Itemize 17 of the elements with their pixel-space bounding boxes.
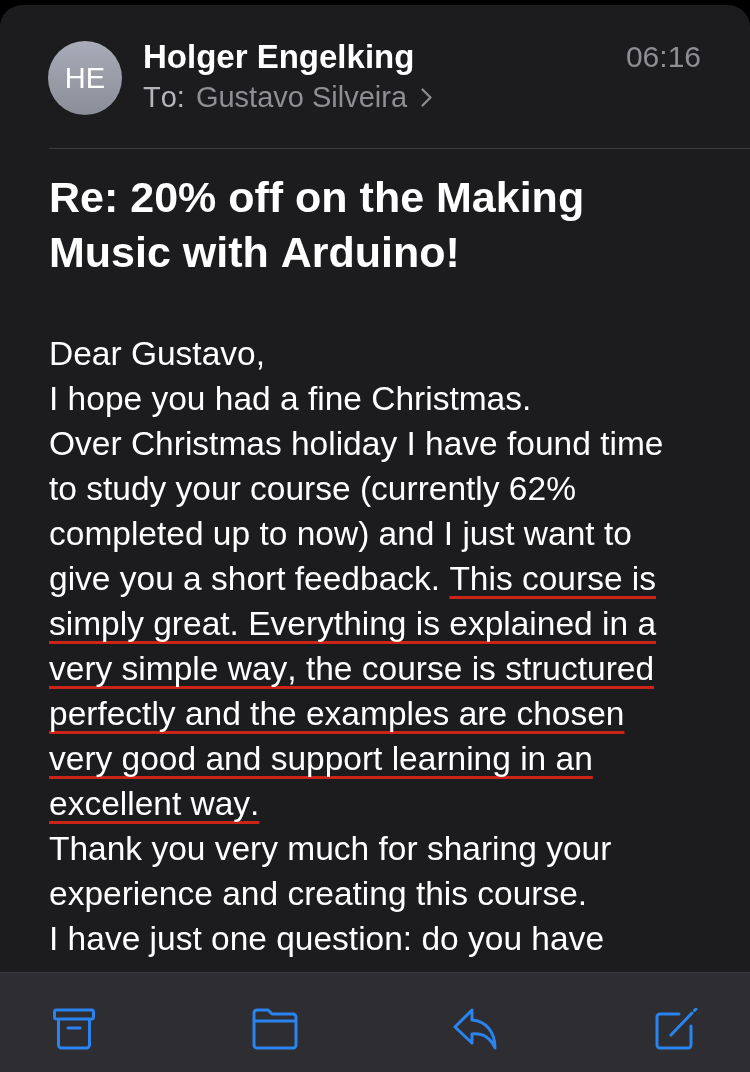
message-time: 06:16: [625, 39, 701, 75]
to-label: To:: [143, 80, 185, 115]
chevron-right-icon[interactable]: [421, 87, 433, 107]
body-paragraph: Thank you very much for sharing your experience and creating this course.: [49, 829, 613, 914]
sender-name: Holger Engelking: [143, 38, 415, 76]
archive-button[interactable]: [50, 1008, 98, 1050]
body-paragraph: I have just one question: do you have: [49, 919, 605, 959]
body-paragraph: I hope you had a fine Christmas.: [49, 379, 533, 419]
move-to-folder-button[interactable]: [250, 1008, 299, 1050]
reply-arrow-icon: [452, 1008, 499, 1050]
body-paragraph: Dear Gustavo,: [49, 334, 266, 374]
sender-avatar: HE: [48, 41, 122, 115]
body-paragraph: Over Christmas holiday I have found time to study your course (currently 62% completed up to now) and I just want to give you a short feedback. This course is simply great. Everything is explained in a very simple way, the course is structured perfectly and the examples are chosen very good and support learning in an excellent way.: [49, 424, 665, 824]
recipient-name[interactable]: Gustavo Silveira: [195, 79, 408, 115]
message-subject: Re: 20% off on the Making Music with Arduino!: [49, 172, 586, 278]
folder-icon: [251, 1008, 298, 1050]
archive-box-icon: [51, 1008, 97, 1050]
